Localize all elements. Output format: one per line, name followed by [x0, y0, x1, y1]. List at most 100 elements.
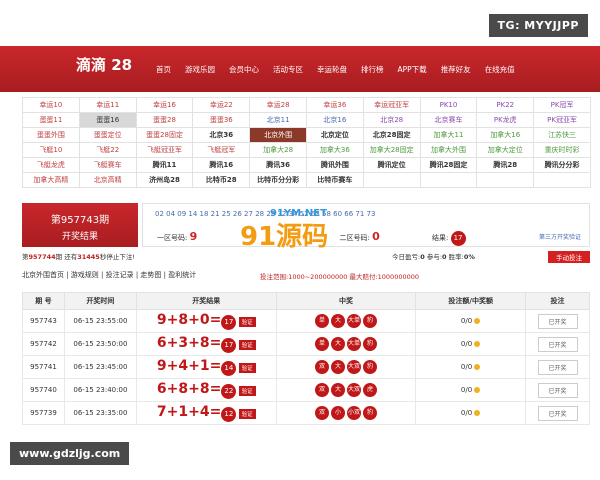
- game-tab[interactable]: 腾讯分分彩: [533, 157, 591, 173]
- drawn-button[interactable]: 已开奖: [537, 313, 578, 329]
- verify-button[interactable]: 验证: [238, 340, 256, 350]
- game-tab[interactable]: 幸运22: [192, 97, 251, 113]
- verify-button[interactable]: 验证: [238, 386, 256, 396]
- game-tab[interactable]: 飞艇22: [78, 142, 137, 158]
- game-tab[interactable]: 北京定位: [305, 127, 364, 143]
- game-tab[interactable]: 腾讯定位: [362, 157, 421, 173]
- results-table: 期 号开奖时间 开奖结果 中奖 投注额/中奖额 投注 957743 06-15 23:55…: [22, 292, 590, 425]
- drawn-button[interactable]: 已开奖: [537, 359, 578, 375]
- game-tab[interactable]: 幸运10: [22, 97, 80, 113]
- bet-range: 投注范围:1000~200000000 最大赔付:1000000000: [260, 273, 420, 281]
- game-tab[interactable]: 北京外围: [249, 127, 307, 143]
- game-tab[interactable]: 蛋蛋28固定: [135, 127, 194, 143]
- drawn-button[interactable]: 已开奖: [537, 382, 578, 398]
- table-row: 957742 06-15 23:50:00 6+3+8= 17 验证单大大单豹 0/0 …: [22, 332, 590, 356]
- game-tab[interactable]: 腾讯11: [135, 157, 194, 173]
- game-tab[interactable]: 重庆时时彩: [533, 142, 591, 158]
- game-tab[interactable]: 蛋蛋16: [78, 112, 137, 128]
- nav-item[interactable]: 活动专区: [273, 64, 303, 75]
- site-logo[interactable]: 滴滴 28: [76, 54, 132, 75]
- win-tags: 单大大单豹: [275, 332, 417, 356]
- nav-item[interactable]: 在线充值: [485, 64, 515, 75]
- game-tab[interactable]: 北京36: [192, 127, 251, 143]
- nav-item[interactable]: 会员中心: [229, 64, 259, 75]
- game-tab[interactable]: 飞艇10: [22, 142, 80, 158]
- game-tab[interactable]: 加拿大36: [305, 142, 364, 158]
- drawn-button[interactable]: 已开奖: [537, 336, 578, 352]
- game-tab[interactable]: 幸运11: [78, 97, 137, 113]
- game-tab[interactable]: 加拿大11: [419, 127, 478, 143]
- game-tab[interactable]: 腾讯16: [192, 157, 251, 173]
- info-mid: 期 还有: [55, 253, 78, 261]
- game-tab[interactable]: PK10: [419, 97, 478, 113]
- game-tab[interactable]: 飞艇龙虎: [22, 157, 80, 173]
- game-tab[interactable]: 蛋蛋36: [192, 112, 251, 128]
- game-tab[interactable]: 幸运36: [305, 97, 364, 113]
- nav-item[interactable]: 推荐好友: [441, 64, 471, 75]
- game-tab[interactable]: 北京赛车: [419, 112, 478, 128]
- game-tab[interactable]: 比特币28: [192, 172, 251, 188]
- game-tab[interactable]: 飞艇冠军: [192, 142, 251, 158]
- game-tab[interactable]: 比特币赛车: [305, 172, 364, 188]
- game-tab[interactable]: 幸运28: [249, 97, 307, 113]
- game-tab[interactable]: 飞艇赛车: [78, 157, 137, 173]
- game-tab[interactable]: 腾讯28: [476, 157, 535, 173]
- bet-cell: 已开奖: [525, 401, 590, 425]
- draw-time: 06-15 23:35:00: [63, 401, 137, 425]
- game-tab[interactable]: PK22: [476, 97, 535, 113]
- game-tab[interactable]: PK龙虎: [476, 112, 535, 128]
- game-tab[interactable]: 北京28: [362, 112, 421, 128]
- game-tab[interactable]: 加拿大外围: [419, 142, 478, 158]
- result-label: 结果:: [431, 234, 449, 242]
- zone2-value: 0: [372, 230, 380, 243]
- nav-item[interactable]: 幸运轮盘: [317, 64, 347, 75]
- game-tab[interactable]: 幸运冠亚军: [362, 97, 421, 113]
- verify-button[interactable]: 验证: [238, 317, 256, 327]
- game-tab[interactable]: 蛋蛋外围: [22, 127, 80, 143]
- game-tab[interactable]: 北京高精: [78, 172, 137, 188]
- game-tab[interactable]: 比特币分分彩: [249, 172, 307, 188]
- game-tab[interactable]: 济州岛28: [135, 172, 194, 188]
- game-tab[interactable]: 蛋蛋28: [135, 112, 194, 128]
- verify-link[interactable]: 第三方开奖验证: [539, 232, 581, 241]
- main-nav: 首页 游戏乐园 会员中心 活动专区 幸运轮盘 排行榜 APP下载 推荐好友 在线充值: [156, 64, 515, 75]
- drawn-button[interactable]: 已开奖: [537, 405, 578, 421]
- period-id: 957740: [22, 378, 65, 402]
- game-tab[interactable]: 加拿大28: [249, 142, 307, 158]
- game-tab[interactable]: 蛋蛋定位: [78, 127, 137, 143]
- game-tab[interactable]: 加拿大16: [476, 127, 535, 143]
- game-tab[interactable]: 江苏快三: [533, 127, 591, 143]
- game-tab[interactable]: 北京28固定: [362, 127, 421, 143]
- game-tab[interactable]: PK冠军: [533, 97, 591, 113]
- verify-button[interactable]: 验证: [238, 409, 256, 419]
- nav-item[interactable]: 首页: [156, 64, 171, 75]
- nav-item[interactable]: 排行榜: [361, 64, 384, 75]
- bottom-watermark: www.gdzljg.com: [10, 442, 130, 465]
- bet-amount: 0/0: [415, 355, 527, 379]
- game-tab[interactable]: 腾讯28固定: [419, 157, 478, 173]
- game-tab[interactable]: 北京16: [305, 112, 364, 128]
- verify-button[interactable]: 验证: [238, 363, 256, 373]
- stats: 今日盈亏:0 参与:0 胜率:0%: [392, 253, 475, 261]
- game-tab[interactable]: 腾讯外围: [305, 157, 364, 173]
- bet-amount: 0/0: [415, 332, 527, 356]
- next-period: 957744: [28, 253, 56, 261]
- nav-item[interactable]: APP下载: [398, 64, 427, 75]
- game-tab[interactable]: 北京11: [249, 112, 307, 128]
- game-tab[interactable]: 加拿大定位: [476, 142, 535, 158]
- game-tab[interactable]: 飞艇冠亚军: [135, 142, 194, 158]
- countdown: 31445: [77, 253, 100, 261]
- game-tab: [533, 172, 591, 188]
- bet-mode-button[interactable]: 手动投注: [548, 251, 590, 263]
- game-tab[interactable]: 蛋蛋11: [22, 112, 80, 128]
- game-tab[interactable]: 加拿大28固定: [362, 142, 421, 158]
- sub-links[interactable]: 北京外围首页 | 游戏规则 | 投注记录 | 走势图 | 盈利统计: [22, 270, 196, 280]
- game-tab[interactable]: 腾讯36: [249, 157, 307, 173]
- game-tab[interactable]: 幸运16: [135, 97, 194, 113]
- game-tab[interactable]: 加拿大高精: [22, 172, 80, 188]
- table-row: 957741 06-15 23:45:00 9+4+1= 14 验证双大大双豹 0/0 …: [22, 355, 590, 379]
- column-header: 开奖时间: [63, 292, 137, 310]
- game-tab[interactable]: PK冠亚军: [533, 112, 591, 128]
- draw-result: 6+8+8= 22 验证: [135, 378, 277, 402]
- nav-item[interactable]: 游戏乐园: [185, 64, 215, 75]
